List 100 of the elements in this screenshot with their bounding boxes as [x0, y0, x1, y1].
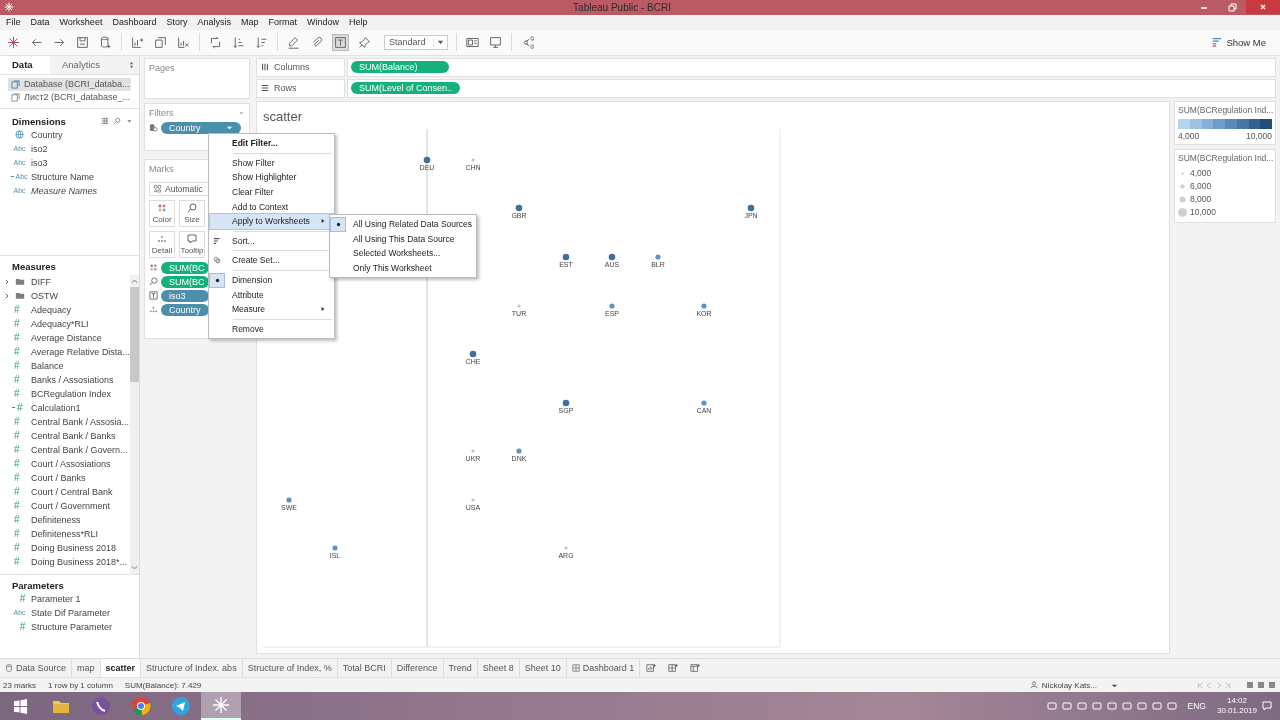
measure-field[interactable]: # Average Distance — [0, 330, 130, 345]
parameter-field[interactable]: # Parameter 1 — [0, 591, 139, 606]
measure-field[interactable]: # Calculation1 — [0, 400, 130, 415]
tray-icon[interactable] — [1121, 701, 1132, 711]
data-point[interactable] — [608, 253, 616, 261]
tray-icon[interactable] — [1151, 701, 1162, 711]
new-dashboard-icon[interactable] — [668, 663, 679, 674]
menu-item[interactable]: Story — [166, 17, 188, 28]
data-point[interactable] — [562, 253, 570, 261]
parameter-field[interactable]: # Structure Parameter — [0, 619, 139, 634]
measure-field[interactable]: # Banks / Assosiations — [0, 372, 130, 387]
menu-item[interactable]: All Using Related Data Sources — [331, 217, 475, 232]
save-icon[interactable] — [75, 34, 90, 50]
menu-item[interactable]: Worksheet — [59, 17, 103, 28]
close-icon[interactable] — [1246, 0, 1280, 14]
color-button[interactable]: Color — [149, 199, 175, 227]
swap-icon[interactable] — [208, 34, 223, 50]
pane-tab[interactable]: Analytics — [50, 55, 112, 74]
view-toggle-icon[interactable] — [1246, 681, 1276, 690]
measure-field[interactable]: # Adequacy*RLI — [0, 316, 130, 331]
scrollbar[interactable] — [130, 274, 139, 574]
menu-item[interactable]: Attribute — [210, 287, 333, 302]
tableau-logo-icon[interactable] — [6, 34, 21, 50]
measure-field[interactable]: # Central Bank / Assosia... — [0, 414, 130, 429]
sheet-tab[interactable]: scatter — [100, 659, 142, 678]
chevron-icon[interactable] — [4, 292, 10, 299]
show-labels-icon[interactable] — [332, 33, 349, 51]
menu-item[interactable]: File — [6, 17, 21, 28]
data-source-item[interactable]: Database (BCRI_databa... — [8, 77, 131, 91]
highlight-pen-icon[interactable] — [286, 34, 301, 50]
field-pill[interactable]: iso3 — [161, 289, 209, 302]
data-point[interactable] — [286, 497, 292, 503]
tray-icon[interactable] — [1046, 701, 1057, 711]
language-indicator[interactable]: ENG — [1187, 701, 1206, 711]
grid-view-icon[interactable] — [101, 117, 109, 126]
data-point[interactable] — [655, 254, 661, 260]
search-icon[interactable] — [113, 117, 121, 126]
data-point[interactable] — [609, 303, 615, 309]
menu-item[interactable]: Dashboard — [112, 17, 157, 28]
tray-icon[interactable] — [1106, 701, 1117, 711]
menu-item[interactable]: Measure — [210, 301, 333, 317]
tray-icon[interactable] — [1076, 701, 1087, 711]
filter-pill[interactable]: Country — [161, 121, 241, 134]
measure-field[interactable]: OSTW — [0, 288, 130, 303]
menu-item[interactable]: Format — [268, 17, 297, 28]
data-point[interactable] — [701, 400, 707, 406]
menu-item[interactable]: Only This Worksheet — [331, 260, 475, 276]
duplicate-sheet-icon[interactable] — [153, 34, 168, 50]
measure-field[interactable]: # Adequacy — [0, 302, 130, 317]
clock[interactable]: 14:02 30.01.2019 — [1216, 696, 1257, 716]
tooltip-button[interactable]: Tooltip — [179, 230, 205, 258]
tray-icon[interactable] — [1166, 701, 1177, 711]
mark-style-dropdown[interactable]: Standard — [384, 34, 448, 50]
data-point[interactable] — [562, 399, 570, 407]
measure-field[interactable]: # Doing Business 2018*... — [0, 554, 130, 569]
taskbar-button[interactable] — [201, 692, 241, 720]
data-point[interactable] — [747, 204, 755, 212]
measure-field[interactable]: # Definiteness — [0, 512, 130, 527]
measure-field[interactable]: # Central Bank / Govern... — [0, 442, 130, 457]
measure-field[interactable]: # Court / Government — [0, 498, 130, 513]
measure-field[interactable]: # Doing Business 2018 — [0, 540, 130, 555]
pin-icon[interactable] — [357, 34, 372, 50]
menu-item[interactable]: Selected Worksheets... — [331, 246, 475, 261]
menu-item[interactable]: Window — [307, 17, 339, 28]
menu-item[interactable]: Help — [349, 17, 368, 28]
dimension-field[interactable]: Country — [0, 127, 139, 142]
tray-icon[interactable] — [1136, 701, 1147, 711]
menu-item[interactable]: Edit Filter... — [210, 136, 333, 151]
measure-field[interactable]: # Definiteness*RLI — [0, 526, 130, 541]
measure-field[interactable]: # Court / Banks — [0, 470, 130, 485]
new-worksheet-icon[interactable] — [646, 663, 657, 674]
measure-field[interactable]: # Central Bank / Banks — [0, 428, 130, 443]
chevron-icon[interactable] — [4, 278, 10, 285]
measure-field[interactable]: # Court / Central Bank — [0, 484, 130, 499]
data-source-item[interactable]: Лист2 (BCRI_database_... — [8, 90, 131, 104]
menu-item[interactable]: Sort... — [210, 233, 333, 249]
presentation-icon[interactable] — [488, 34, 503, 50]
scroll-up-icon[interactable] — [131, 277, 138, 284]
data-point[interactable] — [423, 156, 431, 164]
tray-icon[interactable] — [1061, 701, 1072, 711]
detail-button[interactable]: Detail — [149, 230, 175, 258]
measure-field[interactable]: # BCRegulation Index — [0, 386, 130, 401]
scroll-down-icon[interactable] — [131, 564, 138, 571]
data-point[interactable] — [701, 303, 707, 309]
menu-item[interactable]: Map — [240, 17, 259, 28]
menu-item[interactable]: Show Filter — [210, 155, 333, 171]
data-point[interactable] — [332, 545, 338, 551]
measure-field[interactable]: # Court / Assosiations — [0, 456, 130, 471]
menu-item[interactable]: Remove — [210, 321, 333, 337]
show-me-button[interactable]: Show Me — [1208, 34, 1270, 50]
tray-icon[interactable] — [1091, 701, 1102, 711]
menu-item[interactable]: Dimension — [210, 272, 333, 288]
size-button[interactable]: Size — [179, 199, 205, 227]
data-point[interactable] — [469, 350, 477, 358]
notifications-icon[interactable] — [1262, 701, 1272, 711]
new-story-icon[interactable] — [690, 663, 701, 674]
menu-item[interactable]: Create Set... — [210, 253, 333, 268]
measure-field[interactable]: DIFF — [0, 274, 130, 289]
menu-item[interactable]: Data — [30, 17, 50, 28]
data-point[interactable] — [515, 204, 523, 212]
